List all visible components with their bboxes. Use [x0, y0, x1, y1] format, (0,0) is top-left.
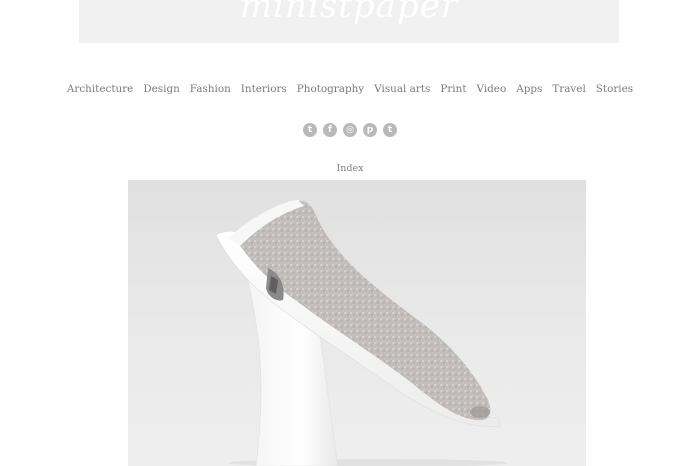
pinterest-icon[interactable]: p [363, 123, 377, 137]
nav-item-print[interactable]: Print [440, 83, 466, 95]
nav-item-stories[interactable]: Stories [596, 83, 633, 95]
site-logo[interactable]: ministpaper [79, 0, 619, 26]
nav-item-visual-arts[interactable]: Visual arts [374, 83, 430, 95]
nav-item-fashion[interactable]: Fashion [190, 83, 231, 95]
social-links: t f ◎ p t [0, 123, 700, 137]
page: ministpaper Architecture Design Fashion … [0, 0, 700, 466]
shoe-illustration [215, 200, 508, 466]
instagram-icon[interactable]: ◎ [343, 123, 357, 137]
tumblr-icon[interactable]: t [383, 123, 397, 137]
nav-item-interiors[interactable]: Interiors [241, 83, 287, 95]
nav-item-video[interactable]: Video [477, 83, 507, 95]
twitter-icon[interactable]: t [303, 123, 317, 137]
nav-item-travel[interactable]: Travel [552, 83, 585, 95]
nav-item-photography[interactable]: Photography [297, 83, 364, 95]
nav-item-design[interactable]: Design [143, 83, 179, 95]
header-band: ministpaper [79, 0, 619, 43]
main-nav: Architecture Design Fashion Interiors Ph… [0, 83, 700, 95]
index-link[interactable]: Index [0, 163, 700, 174]
facebook-icon[interactable]: f [323, 123, 337, 137]
nav-item-architecture[interactable]: Architecture [67, 83, 133, 95]
nav-item-apps[interactable]: Apps [516, 83, 542, 95]
featured-photo[interactable] [128, 180, 586, 466]
